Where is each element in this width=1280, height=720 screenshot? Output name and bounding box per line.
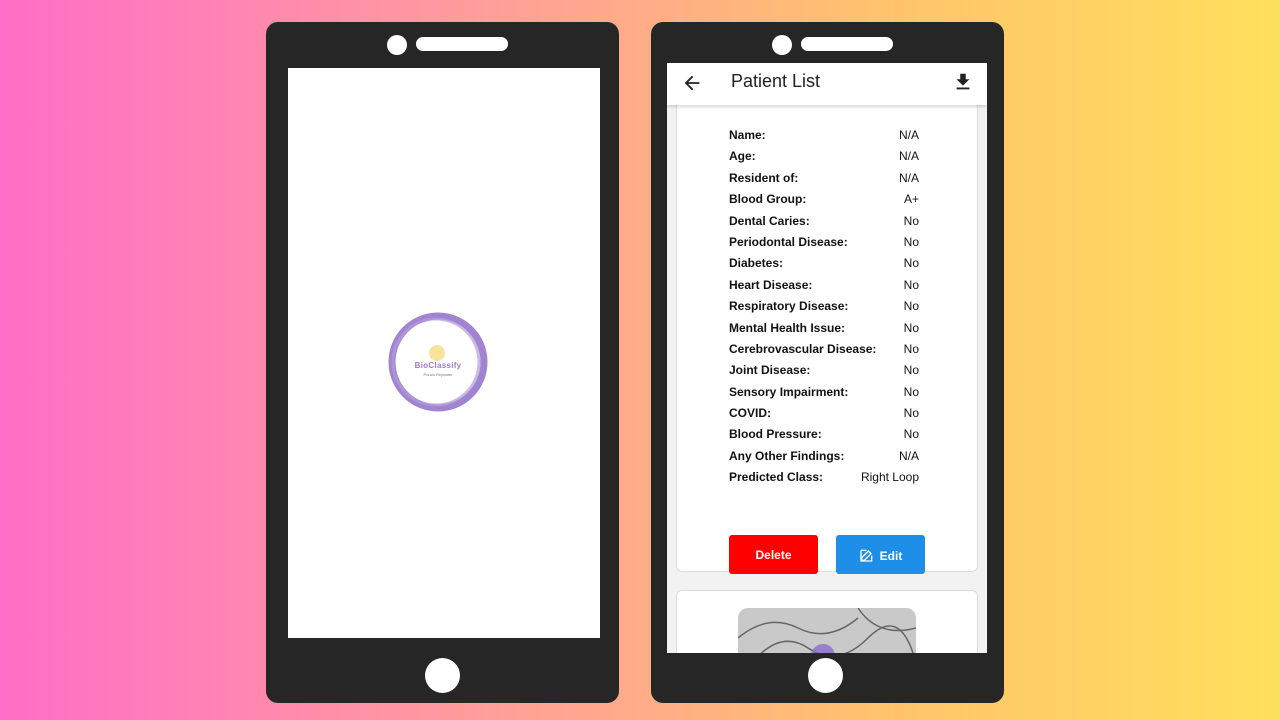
field-label: Blood Group:	[729, 192, 807, 207]
app-bar: Patient List	[667, 63, 987, 105]
field-row: Joint Disease: No	[729, 363, 919, 384]
field-row: Heart Disease: No	[729, 278, 919, 299]
phone-frame-left: BioClassify Pouch Repeater	[266, 22, 619, 703]
logo-text: BioClassify	[414, 361, 462, 370]
field-value: No	[903, 406, 919, 421]
field-row: Predicted Class: Right Loop	[729, 470, 919, 491]
download-icon[interactable]	[952, 71, 974, 93]
field-row: Diabetes: No	[729, 256, 919, 277]
field-value: No	[903, 341, 919, 356]
page-title: Patient List	[731, 71, 821, 91]
field-value: No	[903, 256, 919, 271]
edit-button[interactable]: Edit	[836, 535, 925, 574]
patient-card-next	[676, 590, 978, 653]
camera-dot	[387, 35, 407, 55]
field-row: Sensory Impairment: No	[729, 385, 919, 406]
field-value: A+	[903, 192, 919, 207]
field-label: Heart Disease:	[729, 277, 813, 292]
field-value: N/A	[898, 170, 919, 185]
splash-screen: BioClassify Pouch Repeater	[288, 68, 600, 638]
field-label: Sensory Impairment:	[729, 384, 849, 399]
field-label: Age:	[729, 149, 756, 164]
arrow-left-icon[interactable]	[681, 72, 703, 94]
field-value: No	[903, 299, 919, 314]
home-button[interactable]	[425, 658, 460, 693]
field-label: Mental Health Issue:	[729, 320, 846, 335]
field-value: No	[903, 213, 919, 228]
field-value: No	[903, 234, 919, 249]
field-row: Periodontal Disease: No	[729, 235, 919, 256]
app-logo: BioClassify Pouch Repeater	[386, 312, 490, 412]
fingerprint-image[interactable]	[738, 608, 916, 653]
field-label: Predicted Class:	[729, 470, 824, 485]
field-value: N/A	[898, 128, 919, 142]
field-label: Periodontal Disease:	[729, 234, 848, 249]
patient-fields: Name: N/A Age: N/A Resident of: N/A Blood Grou…	[729, 128, 919, 492]
field-value: N/A	[898, 448, 919, 463]
field-label: Diabetes:	[729, 256, 784, 271]
field-row: Cerebrovascular Disease: No	[729, 342, 919, 363]
field-row: Mental Health Issue: No	[729, 321, 919, 342]
camera-dot	[772, 35, 792, 55]
field-row: Respiratory Disease: No	[729, 299, 919, 320]
edit-label: Edit	[879, 548, 903, 563]
speaker-slot	[416, 37, 508, 51]
field-label: Any Other Findings:	[729, 448, 845, 463]
field-label: Joint Disease:	[729, 363, 811, 378]
field-label: Name:	[729, 128, 766, 142]
field-value: No	[903, 384, 919, 399]
patient-list-screen: Patient List Name: N/A Age: N/A Resident of:…	[667, 63, 987, 653]
field-label: Resident of:	[729, 170, 799, 185]
field-label: Respiratory Disease:	[729, 299, 849, 314]
phone-frame-right: Patient List Name: N/A Age: N/A Resident of:…	[651, 22, 1004, 703]
delete-label: Delete	[755, 547, 792, 562]
field-row: Dental Caries: No	[729, 214, 919, 235]
field-label: Blood Pressure:	[729, 427, 822, 442]
field-value: Right Loop	[860, 470, 919, 485]
field-label: COVID:	[729, 406, 771, 421]
field-label: Cerebrovascular Disease:	[729, 341, 877, 356]
field-value: No	[903, 427, 919, 442]
delete-button[interactable]: Delete	[729, 535, 818, 574]
field-value: No	[903, 320, 919, 335]
edit-icon	[859, 549, 872, 562]
field-row: Blood Pressure: No	[729, 427, 919, 448]
field-row: Resident of: N/A	[729, 171, 919, 192]
field-row: COVID: No	[729, 406, 919, 427]
field-value: No	[903, 363, 919, 378]
field-row: Age: N/A	[729, 149, 919, 170]
patient-card: Name: N/A Age: N/A Resident of: N/A Blood Grou…	[676, 83, 978, 574]
field-row: Name: N/A	[729, 128, 919, 149]
field-value: N/A	[898, 149, 919, 164]
speaker-slot	[801, 37, 893, 51]
field-row: Blood Group: A+	[729, 192, 919, 213]
field-row: Any Other Findings: N/A	[729, 449, 919, 470]
home-button[interactable]	[808, 658, 843, 693]
logo-subtext: Pouch Repeater	[423, 372, 453, 377]
field-label: Dental Caries:	[729, 213, 810, 228]
field-value: No	[903, 277, 919, 292]
